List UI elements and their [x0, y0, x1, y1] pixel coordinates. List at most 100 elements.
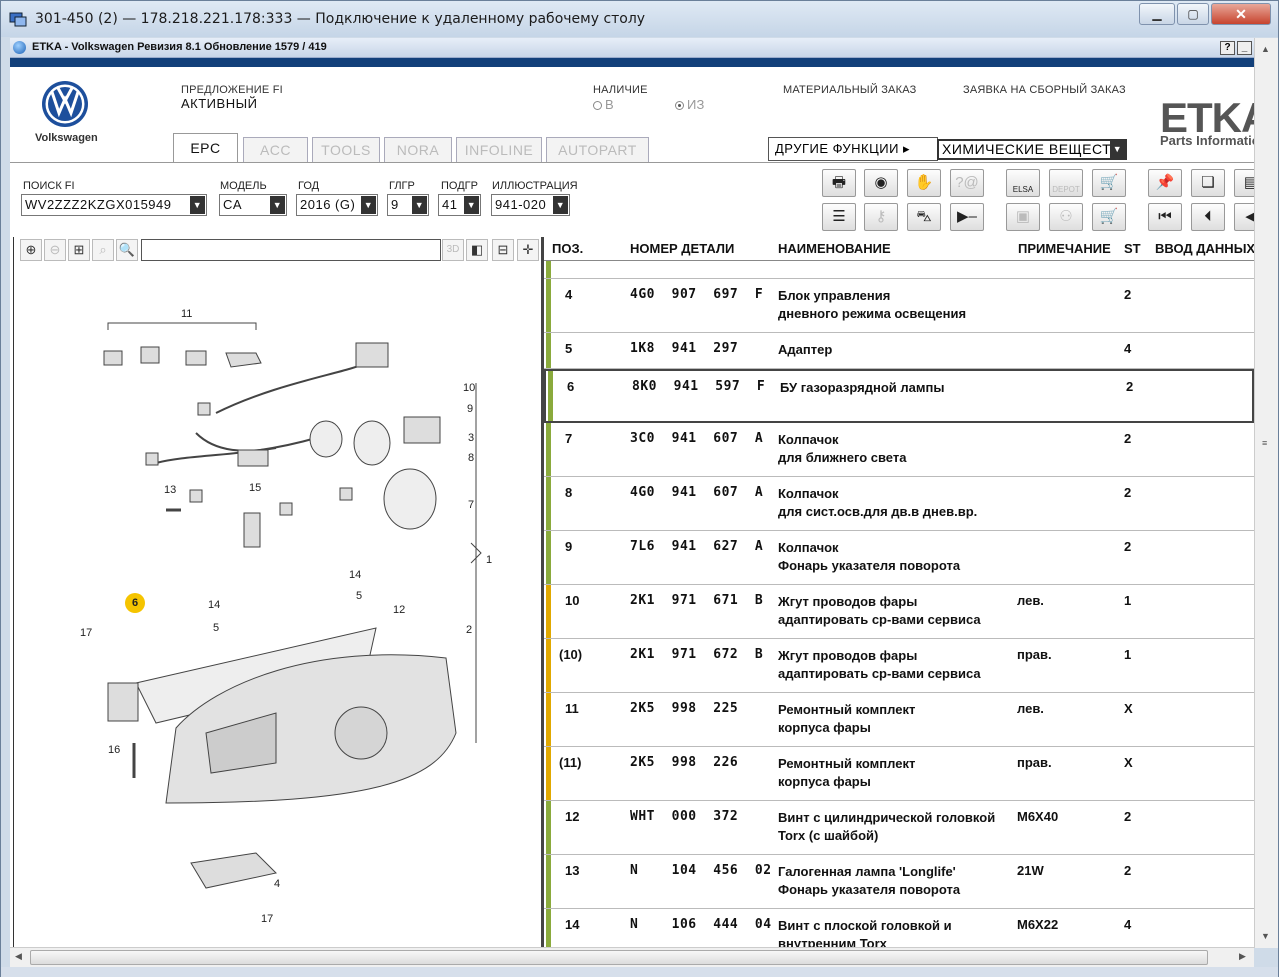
col-data-entry[interactable]: ВВОД ДАННЫХ — [1155, 241, 1254, 256]
table-row[interactable]: 4 4G0 907 697 F Блок управления дневного ре… — [544, 279, 1254, 333]
tab-epc[interactable]: EPC — [173, 133, 238, 163]
elsa-button[interactable]: ELSA — [1006, 169, 1040, 197]
row-part-number[interactable]: WHT 000 372 — [630, 809, 738, 824]
row-part-number[interactable]: 1K8 941 297 — [630, 341, 738, 356]
vertical-scrollbar[interactable]: ▲ ≡ ▼ — [1254, 38, 1278, 948]
disk-icon[interactable]: ◉ — [864, 169, 898, 197]
car-icon[interactable]: ⛍ — [907, 203, 941, 231]
minimize-button[interactable]: _ — [1237, 41, 1252, 55]
grid-view-icon[interactable]: ⊟ — [492, 239, 514, 261]
scroll-grip-icon[interactable]: ≡ — [1262, 438, 1267, 448]
other-functions-button[interactable]: ДРУГИЕ ФУНКЦИИ ▸ — [768, 137, 938, 161]
row-part-number[interactable]: N 104 456 02 — [630, 863, 772, 878]
group-icon[interactable]: ⚇ — [1049, 203, 1083, 231]
cart-arrow-icon[interactable]: 🛒 — [1092, 169, 1126, 197]
model-select[interactable]: CA ▼ — [219, 194, 287, 216]
row-part-number[interactable]: 8K0 941 597 F — [632, 379, 765, 394]
scroll-left-icon[interactable]: ◀ — [15, 951, 22, 962]
3d-icon[interactable]: 3D — [442, 239, 464, 261]
table-row[interactable]: 5 1K8 941 297 Адаптер 4 — [544, 333, 1254, 369]
table-row[interactable]: 11 2K5 998 225 Ремонтный комплект корпуса ф… — [544, 693, 1254, 747]
previous-icon[interactable]: ⏴ — [1191, 203, 1225, 231]
horizontal-scrollbar[interactable]: ◀ ▶ — [10, 947, 1254, 967]
pages-icon[interactable]: ❏ — [1191, 169, 1225, 197]
list-icon[interactable]: ☰ — [822, 203, 856, 231]
tab-infoline[interactable]: INFOLINE — [456, 137, 542, 163]
zoom-text-icon[interactable]: ⌕ — [92, 239, 114, 261]
table-row[interactable]: 13 N 104 456 02 Галогенная лампа 'Longlife… — [544, 855, 1254, 909]
row-part-number[interactable]: 2K1 971 671 B — [630, 593, 763, 608]
assembly-order-link[interactable]: ЗАЯВКА НА СБОРНЫЙ ЗАКАЗ — [963, 84, 1126, 96]
help-query-icon[interactable]: ?@ — [950, 169, 984, 197]
rdp-maximize-button[interactable]: ▢ — [1177, 3, 1209, 25]
search-fi-field[interactable]: WV2ZZZ2KZGX015949 ▼ — [21, 194, 207, 216]
play-minus-icon[interactable]: ▶– — [950, 203, 984, 231]
zoom-fit-icon[interactable]: ⊞ — [68, 239, 90, 261]
col-note[interactable]: ПРИМЕЧАНИЕ — [1018, 241, 1111, 256]
rdp-minimize-button[interactable]: ▁ — [1139, 3, 1175, 25]
chevron-down-icon[interactable]: ▼ — [190, 196, 205, 214]
tab-autopart[interactable]: AUTOPART — [546, 137, 649, 163]
table-row[interactable]: (11) 2K5 998 226 Ремонтный комплект корпуса… — [544, 747, 1254, 801]
table-row[interactable]: 8 4G0 941 607 A Колпачок для сист.осв.для д… — [544, 477, 1254, 531]
radio-iz[interactable]: ИЗ — [675, 97, 705, 112]
document-icon[interactable]: ▤ — [1234, 169, 1254, 197]
zoom-in-icon[interactable]: ⊕ — [20, 239, 42, 261]
zoom-out-icon[interactable]: ⊖ — [44, 239, 66, 261]
col-name[interactable]: НАИМЕНОВАНИЕ — [778, 241, 891, 256]
table-row[interactable]: 7 3C0 941 607 A Колпачок для ближнего света… — [544, 423, 1254, 477]
rdp-close-button[interactable]: ✕ — [1211, 3, 1271, 25]
row-part-number[interactable]: 2K1 971 672 B — [630, 647, 763, 662]
chevron-down-icon[interactable]: ▼ — [412, 196, 427, 214]
radio-iz-circle[interactable] — [675, 101, 684, 111]
table-row[interactable]: (10) 2K1 971 672 B Жгут проводов фары адапт… — [544, 639, 1254, 693]
row-part-number[interactable]: 4G0 941 607 A — [630, 485, 763, 500]
row-part-number[interactable]: 4G0 907 697 F — [630, 287, 763, 302]
key-icon[interactable]: ⚷ — [864, 203, 898, 231]
scroll-up-icon[interactable]: ▲ — [1261, 44, 1270, 54]
horizontal-scroll-thumb[interactable] — [30, 950, 1208, 965]
glgr-select[interactable]: 9 ▼ — [387, 194, 429, 216]
chevron-down-icon[interactable]: ▼ — [361, 196, 376, 214]
col-pos[interactable]: ПОЗ. — [552, 241, 583, 256]
material-order-link[interactable]: МАТЕРИАЛЬНЫЙ ЗАКАЗ — [783, 84, 916, 96]
scroll-down-icon[interactable]: ▼ — [1261, 931, 1270, 941]
tab-acc[interactable]: ACC — [243, 137, 308, 163]
row-part-number[interactable]: N 106 444 04 — [630, 917, 772, 932]
table-row[interactable]: 14 N 106 444 04 Винт с плоской головкой и в… — [544, 909, 1254, 947]
split-view-icon[interactable]: ◧ — [466, 239, 488, 261]
scroll-right-icon[interactable]: ▶ — [1239, 951, 1246, 962]
depot-button[interactable]: DEPOT — [1049, 169, 1083, 197]
row-part-number[interactable]: 2K5 998 226 — [630, 755, 738, 770]
monitor-icon[interactable]: ▣ — [1006, 203, 1040, 231]
table-row[interactable]: 9 7L6 941 627 A Колпачок Фонарь указателя п… — [544, 531, 1254, 585]
move-icon[interactable]: ✛ — [517, 239, 539, 261]
chevron-down-icon[interactable]: ▼ — [553, 196, 568, 214]
row-part-number[interactable]: 7L6 941 627 A — [630, 539, 763, 554]
radio-v-circle[interactable] — [593, 101, 602, 111]
first-page-icon[interactable]: ⏮ — [1148, 203, 1182, 231]
col-st[interactable]: ST — [1124, 241, 1141, 256]
cart-icon[interactable]: 🛒 — [1092, 203, 1126, 231]
radio-v[interactable]: В — [593, 97, 614, 112]
zoom-search-input[interactable] — [141, 239, 441, 261]
callout-6[interactable]: 6 — [125, 593, 145, 613]
hands-icon[interactable]: ✋ — [907, 169, 941, 197]
col-part-number[interactable]: НОМЕР ДЕТАЛИ — [630, 241, 734, 256]
table-row[interactable]: 12 WHT 000 372 Винт с цилиндрической голов… — [544, 801, 1254, 855]
podgr-select[interactable]: 41 ▼ — [438, 194, 481, 216]
row-part-number[interactable]: 3C0 941 607 A — [630, 431, 763, 446]
chemicals-select[interactable]: ХИМИЧЕСКИЕ ВЕЩЕСТВА ▼ — [937, 139, 1127, 160]
table-row[interactable]: 10 2K1 971 671 B Жгут проводов фары адаптир… — [544, 585, 1254, 639]
row-part-number[interactable]: 2K5 998 225 — [630, 701, 738, 716]
pin-icon[interactable]: 📌 — [1148, 169, 1182, 197]
search-icon[interactable]: 🔍 — [116, 239, 138, 261]
parts-illustration[interactable]: 11 10 9 3 8 7 13 15 1 14 5 14 5 12 2 17 — [16, 263, 539, 947]
tab-nora[interactable]: NORA — [384, 137, 452, 163]
year-select[interactable]: 2016 (G) ▼ — [296, 194, 378, 216]
chevron-down-icon[interactable]: ▼ — [1110, 141, 1125, 158]
illustration-select[interactable]: 941-020 ▼ — [491, 194, 570, 216]
help-button[interactable]: ? — [1220, 41, 1235, 55]
print-icon[interactable]: 🖶 — [822, 169, 856, 197]
tab-tools[interactable]: TOOLS — [312, 137, 380, 163]
